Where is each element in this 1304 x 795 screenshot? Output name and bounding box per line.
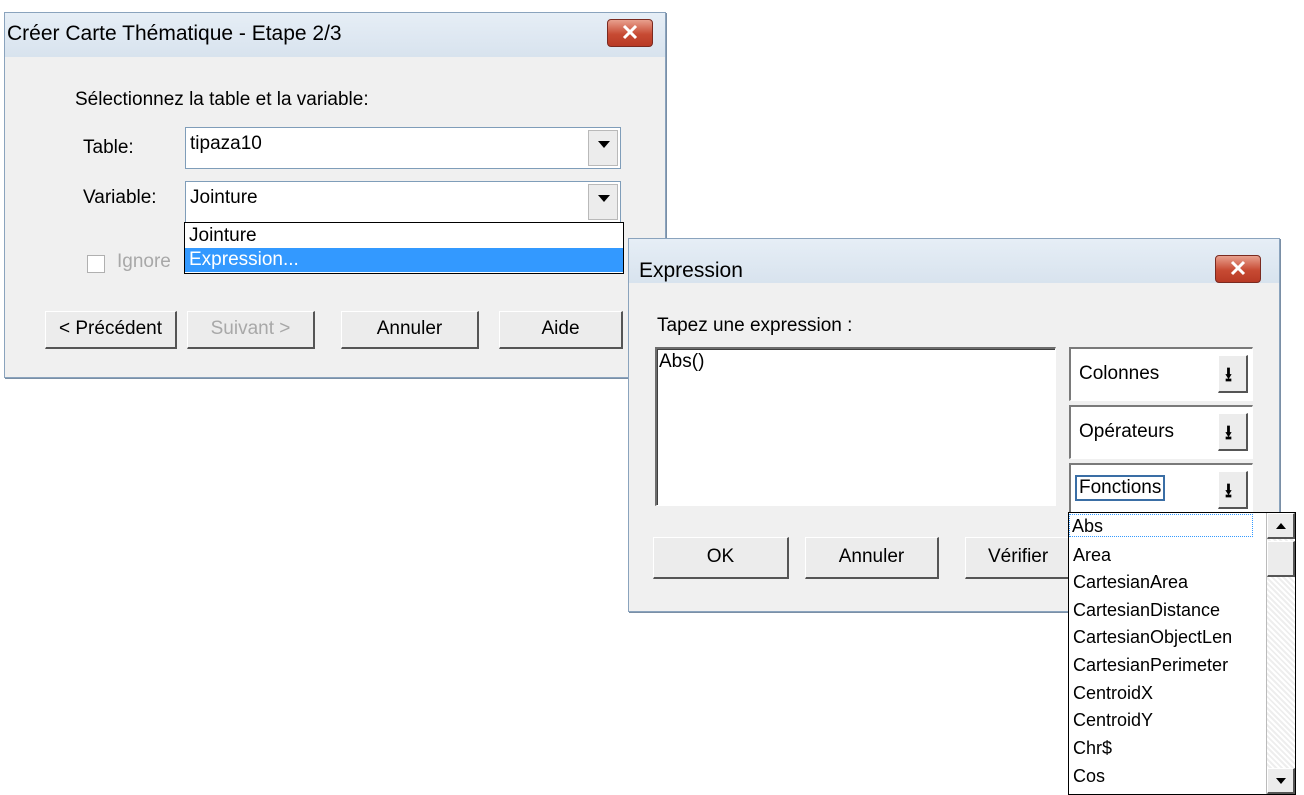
instruction-label: Sélectionnez la table et la variable: [75,89,369,110]
ignore-label: Ignore [117,251,171,272]
function-item[interactable]: CartesianDistance [1071,599,1220,622]
chevron-down-icon[interactable] [588,184,618,220]
variable-option[interactable]: Jointure [185,224,623,248]
cancel-button[interactable]: Annuler [341,311,479,349]
ignore-checkbox[interactable] [87,255,105,273]
expression-input[interactable]: Abs() [655,347,1056,506]
cancel-button[interactable]: Annuler [805,537,939,579]
function-item[interactable]: Abs [1069,514,1253,537]
close-button[interactable] [1215,255,1261,283]
functions-label: Fonctions [1075,475,1166,501]
scroll-down-button[interactable] [1267,768,1295,794]
variable-options-list: Jointure Expression... [184,222,624,274]
scroll-up-button[interactable] [1267,513,1295,539]
variable-select-value: Jointure [190,187,258,208]
variable-select[interactable]: Jointure [185,181,621,223]
dropdown-arrow-icon[interactable]: ⭳ [1218,471,1248,509]
scroll-thumb[interactable] [1267,541,1295,577]
function-item[interactable]: CartesianObjectLen [1071,626,1232,649]
function-item[interactable]: CentroidX [1071,682,1153,705]
dialog-title: Expression [639,259,743,282]
triangle-down-icon [1276,778,1286,784]
ok-button[interactable]: OK [653,537,789,579]
dropdown-arrow-icon[interactable]: ⭳ [1218,355,1248,393]
columns-select[interactable]: Colonnes ⭳ [1069,347,1253,401]
chevron-down-icon[interactable] [588,130,618,166]
function-item[interactable]: Area [1071,544,1111,567]
previous-button[interactable]: < Précédent [45,311,177,349]
function-item[interactable]: Chr$ [1071,737,1112,760]
variable-label: Variable: [83,187,157,208]
function-item[interactable]: CentroidY [1071,709,1153,732]
variable-option[interactable]: Expression... [185,248,623,272]
close-icon [1230,260,1246,276]
operators-label: Opérateurs [1079,421,1175,442]
table-label: Table: [83,137,134,158]
function-item[interactable]: Cos [1071,765,1105,788]
columns-label: Colonnes [1079,363,1160,384]
close-icon [622,24,638,40]
expression-value: Abs() [659,351,705,372]
title-bar[interactable]: Expression [629,239,1279,283]
thematic-map-dialog: Créer Carte Thématique - Etape 2/3 Sélec… [4,12,666,378]
function-item[interactable]: CartesianArea [1071,571,1188,594]
expression-prompt: Tapez une expression : [657,315,853,336]
operators-select[interactable]: Opérateurs ⭳ [1069,405,1253,459]
functions-scrollbar[interactable] [1266,513,1295,794]
table-select-value: tipaza10 [190,133,262,154]
help-button[interactable]: Aide [499,311,623,349]
title-bar[interactable]: Créer Carte Thématique - Etape 2/3 [5,13,665,57]
next-button[interactable]: Suivant > [187,311,315,349]
table-select[interactable]: tipaza10 [185,127,621,169]
close-button[interactable] [607,19,653,47]
functions-select[interactable]: Fonctions ⭳ [1069,463,1253,517]
functions-list: Abs Area CartesianArea CartesianDistance… [1068,512,1296,795]
triangle-up-icon [1276,523,1286,529]
dropdown-arrow-icon[interactable]: ⭳ [1218,413,1248,451]
function-item[interactable]: CartesianPerimeter [1071,654,1228,677]
dialog-title: Créer Carte Thématique - Etape 2/3 [7,22,342,45]
